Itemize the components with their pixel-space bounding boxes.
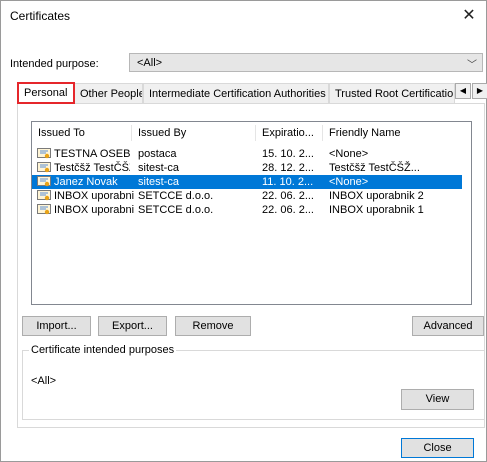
- list-item[interactable]: INBOX uporabnik 2 SETCCE d.o.o. 22. 06. …: [32, 189, 462, 203]
- tab-scroll-right-icon[interactable]: ▶: [472, 83, 487, 99]
- tab-strip: Personal Other People Intermediate Certi…: [17, 82, 487, 104]
- certificates-dialog: Certificates ✕ Intended purpose: <All> ﹀…: [0, 0, 487, 462]
- certificate-icon: [37, 190, 51, 201]
- list-item[interactable]: TESTNA OSEBA postaca 15. 10. 2... <None>: [32, 147, 462, 161]
- issued-by-cell: sitest-ca: [138, 162, 179, 174]
- column-expiration[interactable]: Expiratio...: [256, 125, 323, 141]
- expiration-cell: 28. 12. 2...: [262, 162, 314, 174]
- certificate-icon: [37, 162, 51, 173]
- tab-scroll-left-icon[interactable]: ◀: [455, 83, 471, 99]
- intended-purposes-value: <All>: [31, 375, 57, 387]
- list-item-selected[interactable]: Janez Novak sitest-ca 11. 10. 2... <None…: [32, 175, 462, 189]
- issued-to-cell: INBOX uporabnik 2: [54, 190, 134, 202]
- close-button[interactable]: Close: [401, 438, 474, 458]
- intended-purpose-label: Intended purpose:: [10, 58, 99, 70]
- issued-by-cell: SETCCE d.o.o.: [138, 204, 214, 216]
- issued-to-cell: INBOX uporabnik 1: [54, 204, 134, 216]
- tab-other-people[interactable]: Other People: [74, 83, 143, 103]
- intended-purpose-select[interactable]: <All> ﹀: [129, 53, 483, 72]
- expiration-cell: 11. 10. 2...: [262, 176, 314, 188]
- friendly-name-cell: INBOX uporabnik 2: [329, 190, 424, 202]
- view-button[interactable]: View: [401, 389, 474, 410]
- certificate-list[interactable]: Issued To Issued By Expiratio... Friendl…: [31, 121, 472, 305]
- title-bar: Certificates ✕: [1, 1, 486, 31]
- intended-purpose-value: <All>: [137, 57, 163, 69]
- tab-trusted-root[interactable]: Trusted Root Certification: [329, 83, 455, 103]
- certificate-icon: [37, 148, 51, 159]
- remove-button[interactable]: Remove: [175, 316, 251, 336]
- friendly-name-cell: Testčšž TestČŠŽ...: [329, 162, 420, 174]
- list-item[interactable]: INBOX uporabnik 1 SETCCE d.o.o. 22. 06. …: [32, 203, 462, 217]
- friendly-name-cell: INBOX uporabnik 1: [329, 204, 424, 216]
- window-title: Certificates: [10, 9, 71, 23]
- friendly-name-cell: <None>: [329, 148, 369, 160]
- advanced-button[interactable]: Advanced: [412, 316, 484, 336]
- issued-to-cell: TESTNA OSEBA: [54, 148, 130, 160]
- certificate-icon: [37, 204, 51, 215]
- tab-intermediate-ca[interactable]: Intermediate Certification Authorities: [143, 83, 329, 103]
- issued-to-cell: Janez Novak: [54, 176, 118, 188]
- close-window-icon[interactable]: ✕: [452, 1, 486, 31]
- tab-personal[interactable]: Personal: [17, 82, 75, 104]
- column-issued-to[interactable]: Issued To: [32, 125, 132, 141]
- issued-by-cell: sitest-ca: [138, 176, 179, 188]
- expiration-cell: 22. 06. 2...: [262, 204, 314, 216]
- issued-by-cell: postaca: [138, 148, 177, 160]
- issued-by-cell: SETCCE d.o.o.: [138, 190, 214, 202]
- list-header: Issued To Issued By Expiratio... Friendl…: [32, 122, 471, 142]
- friendly-name-cell: <None>: [329, 176, 369, 188]
- expiration-cell: 22. 06. 2...: [262, 190, 314, 202]
- intended-purposes-label: Certificate intended purposes: [29, 344, 177, 356]
- issued-to-cell: Testčšž TestČŠŽ: [54, 162, 130, 174]
- certificate-icon: [37, 176, 51, 187]
- export-button[interactable]: Export...: [98, 316, 167, 336]
- expiration-cell: 15. 10. 2...: [262, 148, 314, 160]
- list-item[interactable]: Testčšž TestČŠŽ sitest-ca 28. 12. 2... T…: [32, 161, 462, 175]
- column-issued-by[interactable]: Issued By: [132, 125, 256, 141]
- import-button[interactable]: Import...: [22, 316, 91, 336]
- chevron-down-icon: ﹀: [467, 60, 477, 71]
- column-friendly-name[interactable]: Friendly Name: [323, 125, 433, 141]
